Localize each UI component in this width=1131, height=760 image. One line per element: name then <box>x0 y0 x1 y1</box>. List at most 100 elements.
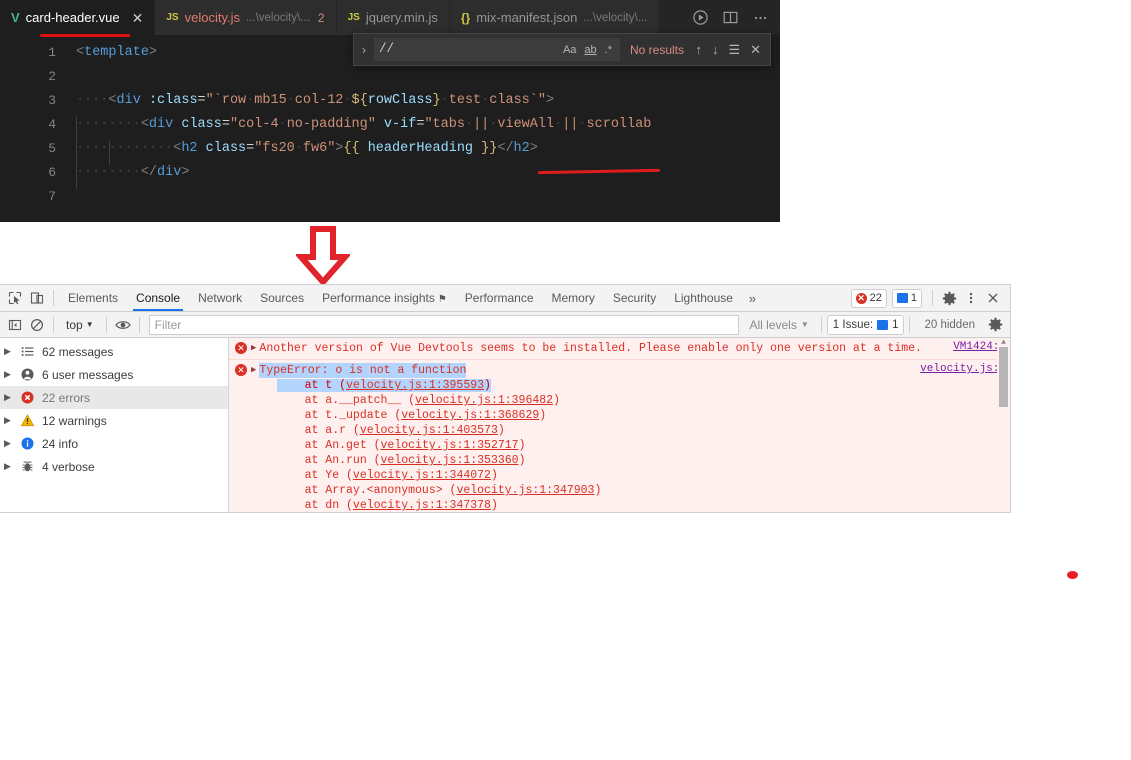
use-regex-icon[interactable]: .* <box>605 44 612 56</box>
devtools-tab-bar: Elements Console Network Sources Perform… <box>0 285 1010 312</box>
find-previous-icon[interactable]: ↑ <box>695 43 702 56</box>
device-toolbar-icon[interactable] <box>26 287 48 309</box>
annotation-red-dot <box>1067 571 1078 579</box>
tab-sources[interactable]: Sources <box>251 286 313 311</box>
match-case-icon[interactable]: Aa <box>563 44 576 56</box>
sidebar-item-errors[interactable]: ▶ 22 errors <box>0 386 228 409</box>
info-icon <box>20 437 35 450</box>
tab-lighthouse[interactable]: Lighthouse <box>665 286 742 311</box>
whole-word-icon[interactable]: ab <box>584 44 596 56</box>
sidebar-item-warnings[interactable]: ▶ 12 warnings <box>0 409 228 432</box>
vscode-editor-window: V card-header.vue ✕ JS velocity.js ...\v… <box>0 0 780 222</box>
issue-icon <box>877 319 889 330</box>
live-expression-eye-icon[interactable] <box>112 314 134 336</box>
console-message-text: Another version of Vue Devtools seems to… <box>259 342 922 355</box>
inspect-element-icon[interactable] <box>4 287 26 309</box>
issues-button[interactable]: 1 Issue: 1 <box>826 314 905 335</box>
close-tab-icon[interactable]: ✕ <box>132 11 144 25</box>
tab-elements[interactable]: Elements <box>59 286 127 311</box>
sidebar-item-label: 12 warnings <box>42 413 107 428</box>
editor-tab-jquery-min-js[interactable]: JS jquery.min.js <box>336 0 450 35</box>
stack-frame-end: ) <box>553 394 560 407</box>
split-editor-icon[interactable] <box>722 9 739 26</box>
tab-performance[interactable]: Performance <box>456 286 543 311</box>
console-filter-input[interactable]: Filter <box>148 314 739 335</box>
sidebar-item-user-messages[interactable]: ▶ 6 user messages <box>0 363 228 386</box>
chrome-devtools-panel: Elements Console Network Sources Perform… <box>0 284 1011 513</box>
find-results-count: No results <box>630 42 685 57</box>
expand-triangle-icon[interactable]: ▶ <box>4 415 13 426</box>
tab-label: Performance insights <box>322 290 435 305</box>
sidebar-item-messages[interactable]: ▶ 62 messages <box>0 340 228 363</box>
editor-tab-label: mix-manifest.json <box>476 10 578 25</box>
error-count-badge[interactable]: ✕ 22 <box>850 288 887 308</box>
tab-console[interactable]: Console <box>127 286 189 311</box>
expand-triangle-icon[interactable]: ▶ <box>4 438 13 449</box>
divider <box>909 316 911 333</box>
tab-memory[interactable]: Memory <box>543 286 604 311</box>
message-count: 1 <box>910 292 917 304</box>
stack-frame: at dn (velocity.js:1:347378) <box>229 498 1010 512</box>
expand-triangle-icon[interactable]: ▶ <box>251 343 256 353</box>
stack-frame-link[interactable]: velocity.js:1:347903 <box>456 484 594 497</box>
log-level-selector[interactable]: All levels ▼ <box>743 318 816 332</box>
editor-tab-card-header-vue[interactable]: V card-header.vue ✕ <box>0 0 156 35</box>
console-message-row[interactable]: ✕ ▶ Another version of Vue Devtools seem… <box>229 338 1010 360</box>
sidebar-item-verbose[interactable]: ▶ 4 verbose <box>0 455 228 478</box>
execution-context-selector[interactable]: top ▼ <box>59 318 101 332</box>
stack-frame-link[interactable]: velocity.js:1:347378 <box>353 499 491 512</box>
console-message-source[interactable]: velocity.js:1 <box>920 363 1006 375</box>
tab-performance-insights[interactable]: Performance insights ⚑ <box>313 286 456 311</box>
stack-frame-link[interactable]: velocity.js:1:352717 <box>381 439 519 452</box>
expand-triangle-icon[interactable]: ▶ <box>251 365 256 375</box>
expand-triangle-icon[interactable]: ▶ <box>4 461 13 472</box>
find-in-selection-icon[interactable]: ☰ <box>728 43 740 56</box>
expand-triangle-icon[interactable]: ▶ <box>4 369 13 380</box>
find-next-icon[interactable]: ↓ <box>712 43 719 56</box>
console-message-row[interactable]: ✕ ▶ TypeError: o is not a function veloc… <box>229 360 1010 378</box>
stack-frame-link[interactable]: velocity.js:1:368629 <box>401 409 539 422</box>
stack-frame-link[interactable]: velocity.js:1:395593 <box>346 379 485 392</box>
settings-gear-icon[interactable] <box>938 287 960 309</box>
console-scrollbar[interactable]: ▲ <box>997 338 1010 512</box>
scrollbar-thumb[interactable] <box>999 347 1008 407</box>
stack-frame-link[interactable]: velocity.js:1:396482 <box>415 394 553 407</box>
editor-tab-problem-count: 2 <box>317 10 325 25</box>
editor-tab-mix-manifest-json[interactable]: {} mix-manifest.json ...\velocity\... <box>449 0 660 35</box>
editor-tab-bar: V card-header.vue ✕ JS velocity.js ...\v… <box>0 0 780 35</box>
toggle-replace-icon[interactable]: › <box>354 43 374 57</box>
more-tabs-icon[interactable]: » <box>742 291 763 306</box>
stack-frame-link[interactable]: velocity.js:1:403573 <box>360 424 498 437</box>
expand-triangle-icon[interactable]: ▶ <box>4 346 13 357</box>
json-file-icon: {} <box>460 10 471 25</box>
console-stack-trace: at t (velocity.js:1:395593) at a.__patch… <box>229 378 1010 512</box>
tab-security[interactable]: Security <box>604 286 665 311</box>
more-options-icon[interactable] <box>960 287 982 309</box>
close-devtools-icon[interactable] <box>982 287 1004 309</box>
code-line: 2 <box>0 64 780 88</box>
console-sidebar: ▶ 62 messages ▶ 6 user messages ▶ 22 err… <box>0 338 229 512</box>
scroll-up-icon[interactable]: ▲ <box>999 338 1008 347</box>
console-sidebar-toggle-icon[interactable] <box>4 314 26 336</box>
clear-console-icon[interactable] <box>26 314 48 336</box>
stack-frame-link[interactable]: velocity.js:1:344072 <box>353 469 491 482</box>
editor-tab-actions <box>681 0 780 35</box>
close-find-icon[interactable]: ✕ <box>750 43 761 56</box>
run-code-icon[interactable] <box>692 9 709 26</box>
code-line-text: <template> <box>76 44 158 60</box>
find-input[interactable]: // <box>379 40 563 59</box>
stack-frame-fn: at dn ( <box>277 499 353 512</box>
console-settings-gear-icon[interactable] <box>984 314 1006 336</box>
issues-label: 1 Issue: <box>832 318 874 331</box>
editor-tab-velocity-js[interactable]: JS velocity.js ...\velocity\... 2 <box>155 0 337 35</box>
expand-triangle-icon[interactable]: ▶ <box>4 392 13 403</box>
stack-frame-link[interactable]: velocity.js:1:353360 <box>381 454 519 467</box>
divider <box>53 290 54 306</box>
find-input-wrapper[interactable]: // Aa ab .* <box>374 38 620 61</box>
console-message-list[interactable]: ✕ ▶ Another version of Vue Devtools seem… <box>229 338 1010 512</box>
tab-network[interactable]: Network <box>189 286 251 311</box>
message-count-badge[interactable]: 1 <box>891 288 922 308</box>
stack-frame-fn: at a.r ( <box>277 424 360 437</box>
more-actions-icon[interactable] <box>752 9 769 26</box>
sidebar-item-info[interactable]: ▶ 24 info <box>0 432 228 455</box>
